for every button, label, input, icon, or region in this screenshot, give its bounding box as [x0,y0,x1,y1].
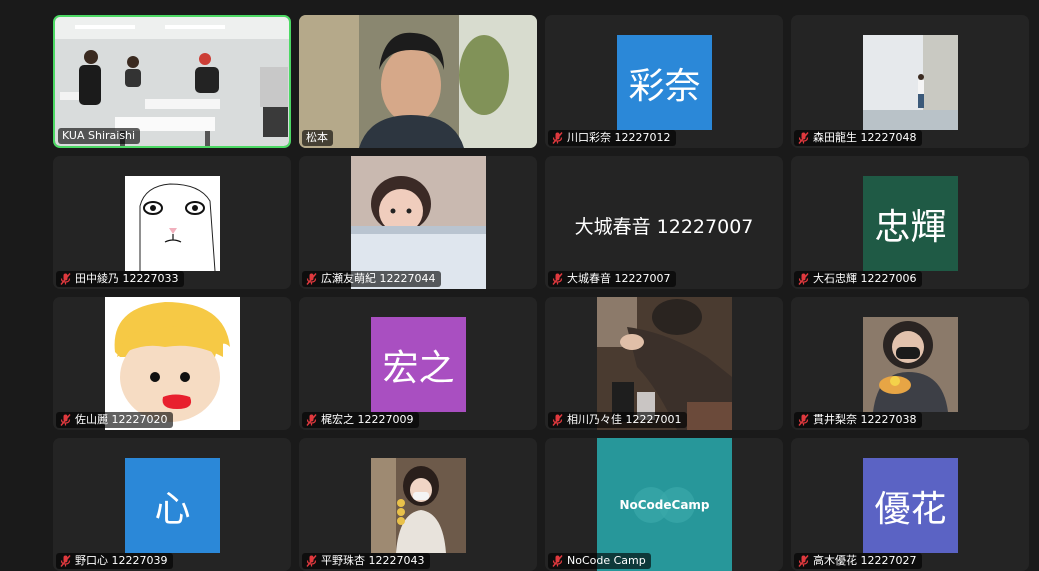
video-tile[interactable]: NoCodeCamp NoCode Camp [545,438,783,571]
mic-muted-icon [798,414,809,426]
mic-muted-icon [552,555,563,567]
video-tile[interactable]: 優花 高木優花 12227027 [791,438,1029,571]
avatar [125,176,220,271]
participant-name: 森田龍生 12227048 [794,130,922,146]
video-tile[interactable]: 広瀬友萌紀 12227044 [299,156,537,289]
participant-name: 佐山麗 12227020 [56,412,173,428]
video-tile[interactable]: 田中綾乃 12227033 [53,156,291,289]
participant-name: 広瀬友萌紀 12227044 [302,271,441,287]
participant-name: 貫井梨奈 12227038 [794,412,922,428]
video-tile[interactable]: 宏之 梶宏之 12227009 [299,297,537,430]
video-tile[interactable]: KUA Shiraishi [53,15,291,148]
mic-muted-icon [552,273,563,285]
video-tile[interactable]: 平野珠杏 12227043 [299,438,537,571]
participant-name: 大石忠輝 12227006 [794,271,922,287]
video-tile[interactable]: 相川乃々佳 12227001 [545,297,783,430]
avatar: 彩奈 [617,35,712,130]
avatar [371,458,466,553]
participant-name: 相川乃々佳 12227001 [548,412,687,428]
mic-muted-icon [60,273,71,285]
video-tile[interactable]: 佐山麗 12227020 [53,297,291,430]
mic-muted-icon [306,414,317,426]
avatar: 宏之 [371,317,466,412]
participant-name: 田中綾乃 12227033 [56,271,184,287]
participant-name: NoCode Camp [548,553,651,569]
participant-name: 野口心 12227039 [56,553,173,569]
avatar: 優花 [863,458,958,553]
logo-text: NoCodeCamp [619,497,710,512]
video-tile[interactable]: 忠輝 大石忠輝 12227006 [791,156,1029,289]
mic-muted-icon [306,555,317,567]
participant-name: 松本 [302,130,333,146]
video-tile[interactable]: 松本 [299,15,537,148]
video-tile[interactable]: 彩奈 川口彩奈 12227012 [545,15,783,148]
mic-muted-icon [798,273,809,285]
avatar [863,35,958,130]
video-tile[interactable]: 心 野口心 12227039 [53,438,291,571]
participant-name: 平野珠杏 12227043 [302,553,430,569]
avatar [105,297,240,430]
mic-muted-icon [306,273,317,285]
participant-video [299,15,537,148]
video-tile[interactable]: 大城春音 12227007 大城春音 12227007 [545,156,783,289]
avatar: 忠輝 [863,176,958,271]
participant-name: 高木優花 12227027 [794,553,922,569]
participant-name: 大城春音 12227007 [548,271,676,287]
participant-display-name: 大城春音 12227007 [574,216,754,238]
mic-muted-icon [798,555,809,567]
participant-video [597,297,732,430]
participant-name: 川口彩奈 12227012 [548,130,676,146]
avatar [863,317,958,412]
mic-muted-icon [552,414,563,426]
avatar: NoCodeCamp [597,438,732,571]
participant-video [351,156,486,289]
video-tile[interactable]: 森田龍生 12227048 [791,15,1029,148]
participant-name: 梶宏之 12227009 [302,412,419,428]
avatar: 心 [125,458,220,553]
mic-muted-icon [552,132,563,144]
mic-muted-icon [798,132,809,144]
mic-muted-icon [60,414,71,426]
video-tile[interactable]: 貫井梨奈 12227038 [791,297,1029,430]
mic-muted-icon [60,555,71,567]
participant-name: KUA Shiraishi [58,128,141,144]
